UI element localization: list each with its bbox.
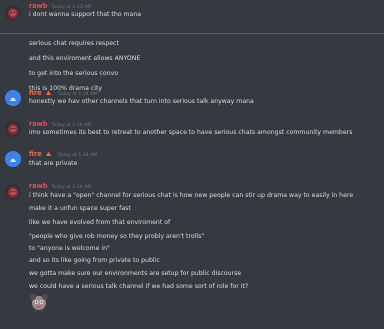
timestamp: Today at 1:33 AM — [51, 5, 92, 10]
timestamp: Today at 1:34 AM — [57, 92, 98, 97]
message-text: imo sometimes its best to retreat to ano… — [29, 129, 353, 136]
timestamp: Today at 1:34 AM — [57, 153, 98, 158]
rawb-avatar-icon — [5, 121, 21, 137]
username[interactable]: rawb — [29, 182, 48, 190]
message-text: and this enviroment allows ANYONE — [29, 55, 141, 62]
message-text: i think have a "open" channel for seriou… — [29, 192, 354, 199]
flame-badge-icon — [45, 90, 51, 95]
message-text: i dont wanna support that tho mana — [29, 11, 142, 18]
message-text: we could have a serious talk channel if … — [29, 283, 249, 290]
avatar-fire[interactable] — [5, 90, 21, 106]
message-text: and so its like going from private to pu… — [29, 257, 160, 264]
message-header: fire Today at 1:34 AM — [29, 89, 97, 97]
username[interactable]: rawb — [29, 2, 48, 10]
timestamp: Today at 1:34 AM — [51, 185, 92, 190]
new-messages-divider — [0, 33, 384, 34]
avatar-rawb[interactable] — [5, 184, 21, 200]
message-header: rawb Today at 1:33 AM — [29, 2, 91, 10]
message-text: "people who give rob money so they probl… — [29, 233, 205, 240]
avatar-rawb[interactable] — [5, 121, 21, 137]
message-text: make it a unfun space super fast — [29, 205, 131, 212]
timestamp: Today at 1:34 AM — [51, 123, 92, 128]
message-header: rawb Today at 1:34 AM — [29, 182, 91, 190]
message-header: rawb Today at 1:34 AM — [29, 120, 91, 128]
message-text: to get into the serious convo — [29, 70, 118, 77]
message-text: like we have evolved from that enviromen… — [29, 219, 171, 226]
fire-avatar-icon — [5, 151, 21, 167]
message-text: that are private — [29, 160, 78, 167]
username[interactable]: fire — [29, 150, 42, 158]
flame-badge-icon — [45, 151, 51, 156]
message-text: honestly we hav other channels that turn… — [29, 98, 254, 105]
username[interactable]: rawb — [29, 120, 48, 128]
username[interactable]: fire — [29, 89, 42, 97]
creature-sticker-icon[interactable] — [29, 292, 49, 312]
avatar-rawb[interactable] — [5, 5, 21, 21]
avatar-fire[interactable] — [5, 151, 21, 167]
rawb-avatar-icon — [5, 5, 21, 21]
message-text: we gotta make sure our environments are … — [29, 270, 242, 277]
message-header: fire Today at 1:34 AM — [29, 150, 97, 158]
message-text: serious chat requires respect — [29, 40, 119, 47]
rawb-avatar-icon — [5, 184, 21, 200]
message-text: to "anyone is welcome in" — [29, 245, 110, 252]
fire-avatar-icon — [5, 90, 21, 106]
